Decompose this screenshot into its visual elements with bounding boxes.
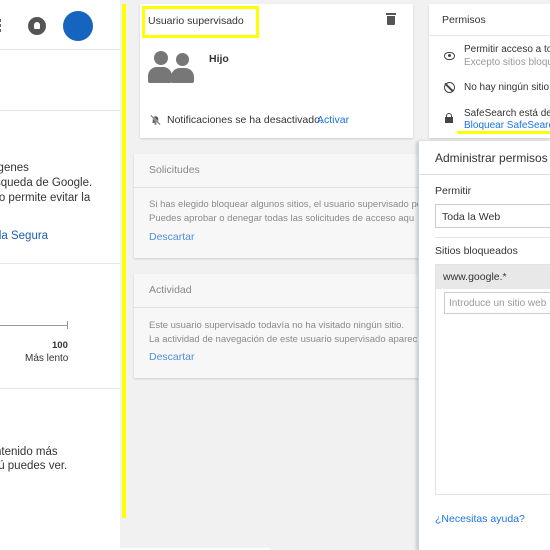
permissions-card: Permisos Permitir acceso a to Excepto si… [429,4,550,138]
activity-text-line: Este usuario supervisado todavía no ha v… [149,320,405,331]
content-description-line: tú puedes ver. [0,460,68,472]
safesearch-description-line: igenes [0,162,29,174]
divider [435,237,550,238]
dialog-title: Administrar permisos [435,151,548,165]
blocked-sites-list: www.google.* Introduce un sitio web [435,264,550,495]
supervised-user-card: Usuario supervisado Hijo Notificaciones … [140,4,413,138]
requests-text-line: Puedes aprobar o denegar todas las solic… [149,213,415,224]
activate-notifications-link[interactable]: Activar [317,114,349,126]
activity-card: Actividad Este usuario supervisado todav… [134,274,424,378]
speed-slider-end-tick [67,321,68,329]
help-link[interactable]: ¿Necesitas ayuda? [435,513,525,525]
card-title: Usuario supervisado [148,15,244,27]
left-settings-panel: igenes squeda de Google. ro permite evit… [0,0,120,550]
dismiss-requests-link[interactable]: Descartar [149,231,195,243]
card-title: Permisos [442,14,486,26]
requests-text-line: Si has elegido bloquear algunos sitios, … [149,199,423,210]
divider [429,35,550,36]
notifications-status: Notificaciones se ha desactivado. [167,114,323,126]
link-highlight-underline [457,131,550,134]
card-title: Solicitudes [149,164,200,176]
divider [0,263,120,264]
divider [419,174,550,175]
slider-caption: Más lento [25,353,69,364]
divider [0,110,120,111]
highlight-line [122,4,126,518]
permission-secondary-text: Excepto sitios bloqu [464,57,550,68]
dismiss-activity-link[interactable]: Descartar [149,351,195,363]
activity-text-line: La actividad de navegación de este usuar… [149,334,418,345]
speed-slider-track[interactable] [0,325,68,326]
permission-primary-text: No hay ningún sitio b [464,82,550,93]
notifications-icon[interactable] [28,17,46,35]
content-description-line: ntenido más [0,446,58,458]
no-entry-icon [444,82,455,93]
divider [134,187,424,188]
add-site-input[interactable]: Introduce un sitio web [444,292,550,314]
block-safesearch-link[interactable]: Bloquear SafeSearch [464,120,550,131]
blocked-site: www.google.* [443,271,507,283]
manage-permissions-dialog: Administrar permisos Permitir Toda la We… [418,141,550,550]
delete-icon[interactable] [386,13,396,25]
safesearch-link[interactable]: da Segura [0,230,48,242]
safesearch-description-line: squeda de Google. [0,177,93,189]
permission-primary-text: Permitir acceso a to [464,44,550,55]
user-name: Hijo [209,53,229,65]
divider [0,388,120,389]
allow-label: Permitir [435,185,472,197]
add-site-placeholder: Introduce un sitio web [449,298,547,309]
allow-select-value: Toda la Web [442,211,501,223]
blocked-sites-label: Sitios bloqueados [435,245,518,257]
allow-select[interactable]: Toda la Web [435,204,550,228]
top-bar [0,0,120,50]
notifications-off-icon [150,114,161,126]
slider-value-label: 100 [52,340,68,351]
divider [134,307,424,308]
permission-primary-text: SafeSearch está des [464,108,550,119]
requests-card: Solicitudes Si has elegido bloquear algu… [134,154,424,258]
supervised-users-icon [148,47,196,87]
card-title: Actividad [149,284,192,296]
list-item[interactable]: www.google.* [436,265,550,289]
eye-icon [444,52,455,60]
lock-icon [444,113,455,124]
account-avatar[interactable] [63,11,93,41]
more-menu-icon[interactable] [0,19,2,33]
safesearch-description-line: ro permite evitar la [0,192,91,204]
